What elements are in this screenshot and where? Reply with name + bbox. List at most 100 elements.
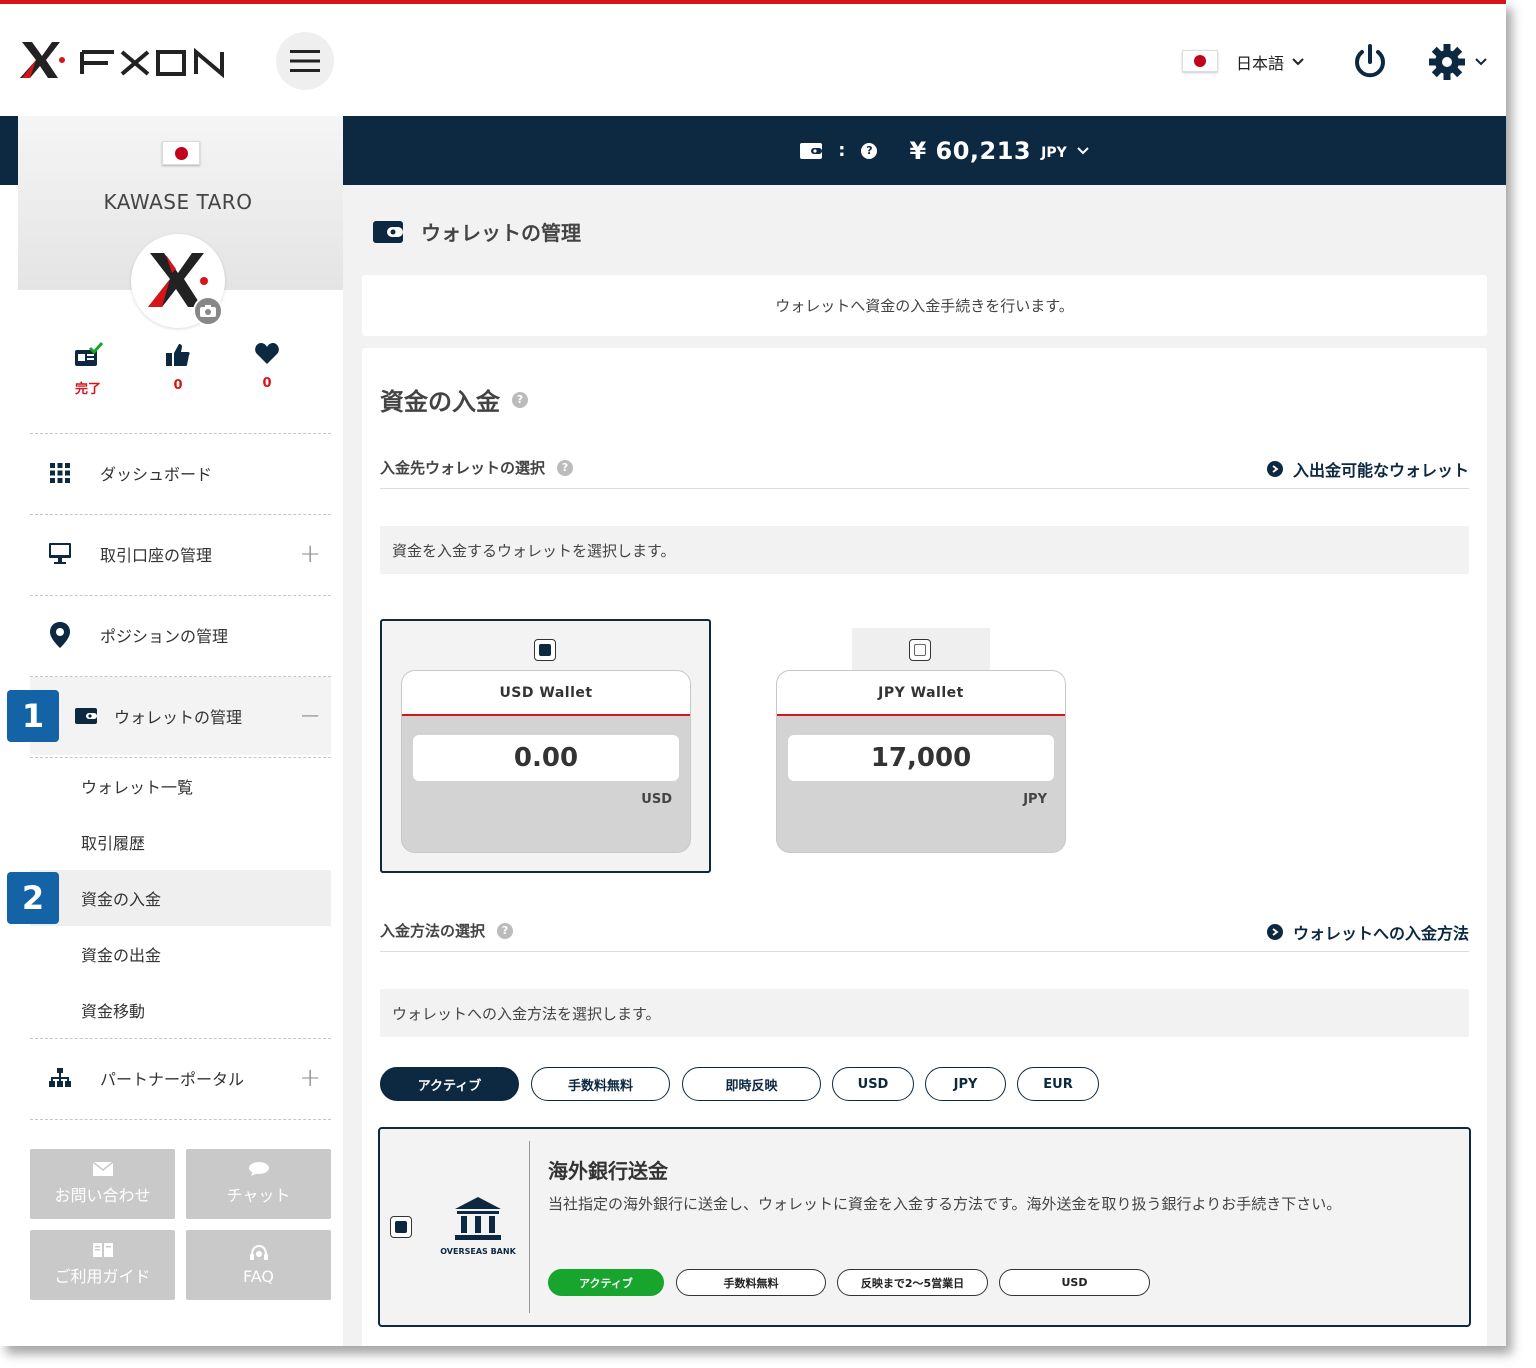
contact-button[interactable]: お問い合わせ — [30, 1149, 175, 1219]
user-name: KAWASE TARO — [103, 190, 253, 214]
jpy-wallet-radio[interactable] — [909, 639, 931, 661]
language-label: 日本語 — [1236, 54, 1285, 73]
step-badge-2: 2 — [7, 872, 59, 924]
power-icon — [1355, 44, 1385, 78]
sidebar-item-label: 取引口座の管理 — [100, 546, 213, 565]
sidebar-item-wallet[interactable]: ウォレットの管理 − — [30, 677, 331, 755]
help-icon[interactable]: ? — [512, 391, 528, 408]
faq-label: FAQ — [243, 1266, 274, 1286]
balance-currency: JPY — [1041, 144, 1067, 161]
sidebar-subitem-transaction-history[interactable]: 取引履歴 — [30, 814, 331, 870]
contact-label: お問い合わせ — [54, 1186, 151, 1205]
wallet-name: USD Wallet — [402, 671, 690, 716]
sidebar-subitem-wallet-list[interactable]: ウォレット一覧 — [30, 758, 331, 814]
deposit-methods-link[interactable]: ウォレットへの入金方法 — [1266, 920, 1469, 944]
sidebar-item-positions[interactable]: ポジションの管理 — [30, 596, 331, 674]
subitem-label: 資金の出金 — [81, 946, 162, 965]
sidebar-item-trading-accounts[interactable]: 取引口座の管理 + — [30, 515, 331, 593]
headset-icon — [249, 1244, 268, 1260]
hamburger-menu-button[interactable] — [276, 32, 334, 90]
section-title: 資金の入金 ? — [380, 382, 528, 417]
thumbs-up-icon — [166, 344, 190, 366]
help-icon[interactable]: ? — [497, 922, 514, 939]
sidebar-subitem-transfer[interactable]: 資金移動 — [30, 982, 331, 1038]
wallet-select-hint-text: 資金を入金するウォレットを選択します。 — [392, 541, 676, 560]
change-avatar-button[interactable] — [193, 296, 223, 326]
chat-icon — [248, 1162, 269, 1176]
gear-icon — [1429, 44, 1487, 80]
help-icon[interactable]: ? — [557, 459, 574, 476]
wallet-select-header: 入金先ウォレットの選択 ? 入出金可能なウォレット — [380, 449, 1469, 489]
wallet-select-label: 入金先ウォレットの選択 — [380, 459, 546, 477]
balance-amount: ¥ 60,213 — [909, 136, 1032, 165]
heart-icon — [255, 343, 279, 364]
method-select-hint-text: ウォレットへの入金方法を選択します。 — [392, 1004, 661, 1023]
header: 日本語 — [0, 4, 1506, 116]
japan-flag-icon — [1182, 50, 1218, 72]
fxon-logo[interactable] — [18, 38, 238, 82]
balance-bar[interactable]: : ? ¥ 60,213 JPY — [343, 116, 1506, 185]
sidebar-item-label: パートナーポータル — [100, 1070, 245, 1089]
notice-text: ウォレットへ資金の入金手続きを行います。 — [775, 297, 1074, 315]
jpy-wallet-card[interactable]: JPY Wallet 17,000 JPY — [776, 670, 1066, 853]
hamburger-icon — [290, 50, 320, 72]
help-icon[interactable]: ? — [861, 142, 878, 159]
filter-instant[interactable]: 即時反映 — [682, 1067, 821, 1101]
sidebar-subitem-deposit[interactable]: 資金の入金 — [30, 870, 331, 926]
wallet-currency: USD — [641, 792, 672, 807]
available-wallets-link[interactable]: 入出金可能なウォレット — [1266, 457, 1469, 481]
app-window: 日本語: ? ¥ 60,213 JPY KAWASE TARO 完了 0 0 … — [0, 0, 1506, 1346]
wallet-balance: 17,000 — [788, 735, 1054, 781]
page-title-text: ウォレットの管理 — [421, 221, 581, 245]
filter-no-fee[interactable]: 手数料無料 — [531, 1067, 670, 1101]
method-radio[interactable] — [390, 1216, 412, 1238]
page-title: ウォレットの管理 — [373, 217, 581, 246]
sidebar-subitem-withdrawal[interactable]: 資金の出金 — [30, 926, 331, 982]
chevron-down-icon — [1292, 58, 1304, 66]
verification-status[interactable]: 完了 — [58, 342, 118, 397]
envelope-icon — [92, 1162, 113, 1176]
wallet-icon — [800, 142, 823, 159]
monitor-icon — [49, 543, 71, 564]
bank-icon: OVERSEAS BANK — [436, 1197, 520, 1256]
method-title: 海外銀行送金 — [548, 1159, 668, 1183]
favorites-stat[interactable]: 0 — [237, 342, 297, 391]
tag-active: アクティブ — [548, 1269, 664, 1296]
sidebar-item-partner-portal[interactable]: パートナーポータル + — [30, 1039, 331, 1117]
bank-icon-caption: OVERSEAS BANK — [440, 1247, 516, 1256]
method-select-hint: ウォレットへの入金方法を選択します。 — [380, 989, 1469, 1037]
notice-banner: ウォレットへ資金の入金手続きを行います。 — [362, 275, 1487, 336]
available-wallets-link-text: 入出金可能なウォレット — [1292, 461, 1469, 480]
method-select-label: 入金方法の選択 — [380, 922, 486, 940]
filter-active[interactable]: アクティブ — [380, 1067, 519, 1101]
tag-usd: USD — [999, 1269, 1150, 1296]
subitem-label: 取引履歴 — [81, 834, 146, 853]
likes-stat[interactable]: 0 — [148, 342, 208, 393]
chat-button[interactable]: チャット — [186, 1149, 331, 1219]
logout-button[interactable] — [1350, 42, 1390, 82]
expand-plus-icon[interactable]: + — [299, 541, 321, 567]
user-guide-button[interactable]: ご利用ガイド — [30, 1230, 175, 1300]
settings-button[interactable] — [1428, 42, 1488, 82]
likes-value: 0 — [173, 378, 183, 393]
tag-no-fee: 手数料無料 — [676, 1269, 826, 1296]
usd-wallet-radio[interactable] — [534, 639, 556, 661]
step-badge-1: 1 — [7, 690, 59, 742]
usd-wallet-card[interactable]: USD Wallet 0.00 USD — [401, 670, 691, 853]
faq-button[interactable]: FAQ — [186, 1230, 331, 1300]
user-guide-label: ご利用ガイド — [54, 1267, 151, 1286]
sidebar-item-label: ポジションの管理 — [100, 627, 229, 646]
chevron-down-icon — [1077, 146, 1089, 154]
collapse-minus-icon[interactable]: − — [299, 703, 321, 729]
grid-icon — [50, 463, 70, 483]
divider — [529, 1141, 530, 1313]
filter-jpy[interactable]: JPY — [925, 1067, 1006, 1101]
filter-eur[interactable]: EUR — [1017, 1067, 1099, 1101]
language-selector[interactable]: 日本語 — [1236, 50, 1304, 74]
method-overseas-bank[interactable]: OVERSEAS BANK 海外銀行送金 当社指定の海外銀行に送金し、ウォレット… — [378, 1127, 1471, 1327]
sidebar-item-label: ウォレットの管理 — [114, 708, 243, 727]
expand-plus-icon[interactable]: + — [299, 1065, 321, 1091]
filter-usd[interactable]: USD — [832, 1067, 914, 1101]
guide-icon — [92, 1243, 113, 1257]
sidebar-item-dashboard[interactable]: ダッシュボード — [30, 434, 331, 512]
